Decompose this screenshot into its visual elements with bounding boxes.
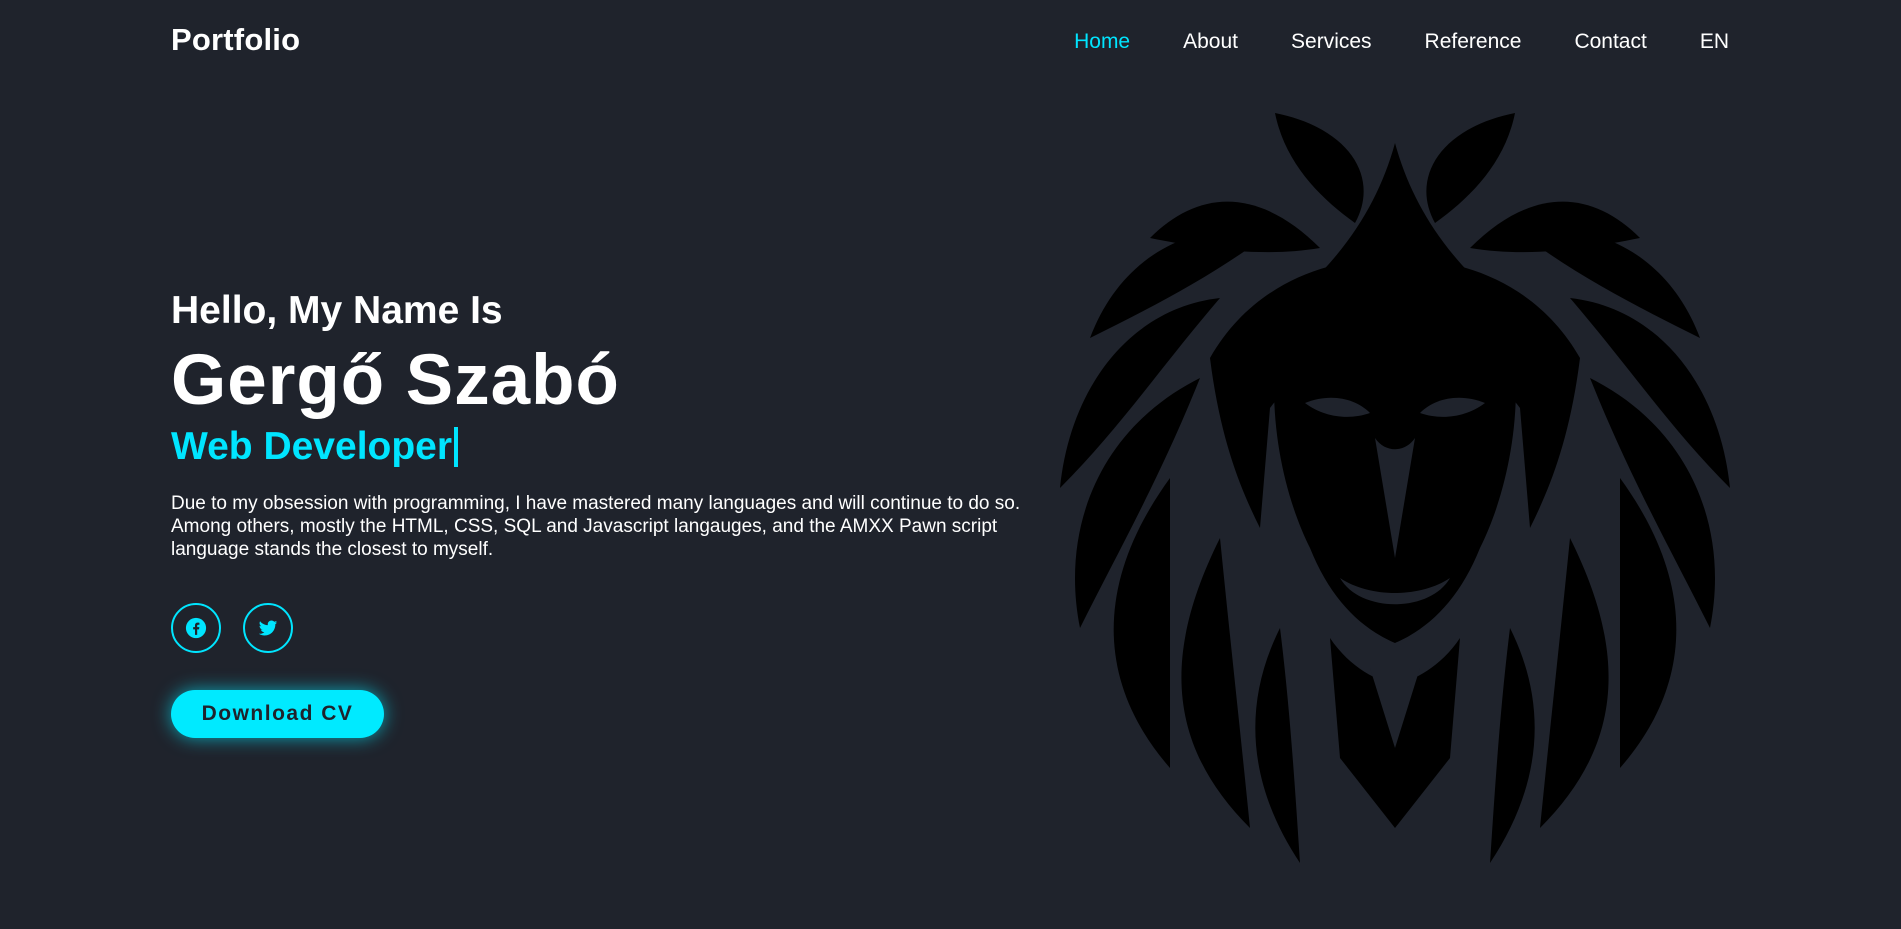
lion-illustration — [1060, 113, 1730, 863]
facebook-icon — [185, 617, 207, 639]
facebook-link[interactable] — [171, 603, 221, 653]
twitter-icon — [257, 617, 279, 639]
site-header: Portfolio Home About Services Reference … — [0, 0, 1901, 84]
nav-item-services[interactable]: Services — [1291, 29, 1372, 55]
hero-bio: Due to my obsession with programming, I … — [171, 493, 1021, 560]
twitter-link[interactable] — [243, 603, 293, 653]
hero-role-text: Web Developer — [171, 425, 453, 468]
portfolio-page: Portfolio Home About Services Reference … — [0, 0, 1901, 929]
nav-item-about[interactable]: About — [1183, 29, 1238, 55]
hero-role: Web Developer — [171, 424, 1041, 470]
nav-item-reference[interactable]: Reference — [1425, 29, 1522, 55]
main-nav: Home About Services Reference Contact EN — [1074, 29, 1729, 55]
hero-name: Gergő Szabó — [171, 341, 620, 420]
social-links — [171, 603, 293, 653]
download-cv-button[interactable]: Download CV — [171, 690, 384, 738]
typing-cursor — [454, 427, 459, 467]
logo[interactable]: Portfolio — [171, 22, 300, 58]
nav-item-home[interactable]: Home — [1074, 29, 1130, 55]
nav-item-contact[interactable]: Contact — [1574, 29, 1646, 55]
hero-greeting: Hello, My Name Is — [171, 289, 503, 332]
hero-section: Hello, My Name Is Gergő Szabó Web Develo… — [171, 288, 1041, 561]
language-switch[interactable]: EN — [1700, 29, 1729, 55]
